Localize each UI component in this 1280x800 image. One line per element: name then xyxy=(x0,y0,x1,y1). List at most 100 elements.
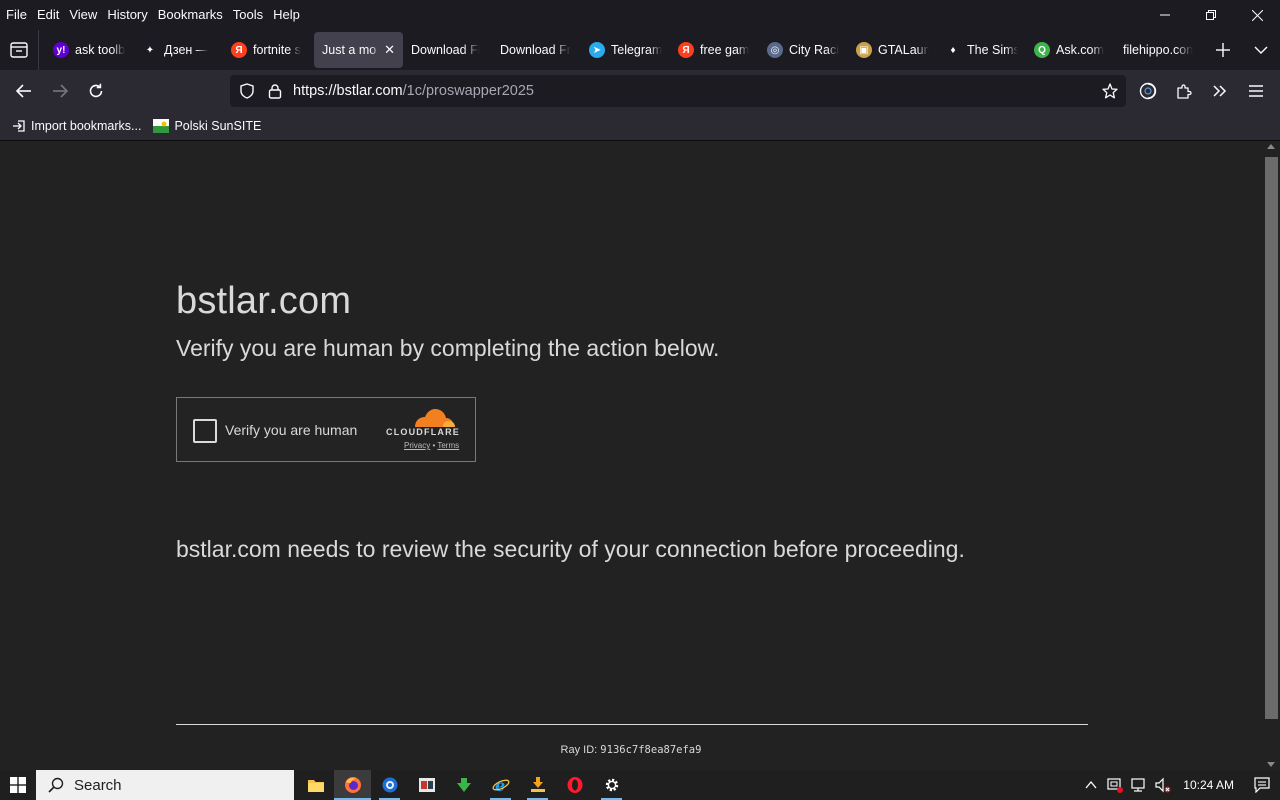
tab[interactable]: y! ask toolb xyxy=(45,32,134,68)
tab[interactable]: Яfree gam xyxy=(670,32,759,68)
taskbar-app-downloader[interactable] xyxy=(445,770,482,800)
taskbar-firefox[interactable] xyxy=(334,770,371,800)
lock-icon[interactable] xyxy=(267,83,283,99)
taskbar-internet-explorer[interactable]: e xyxy=(482,770,519,800)
bookmark-polski-sunsite[interactable]: Polski SunSITE xyxy=(147,119,267,133)
ray-label: Ray ID: xyxy=(560,744,598,756)
tab[interactable]: ♦ The Sims xyxy=(937,32,1026,68)
tab[interactable]: ◎ City Raci xyxy=(759,32,848,68)
reload-button[interactable] xyxy=(78,75,114,107)
tab-label: City Raci xyxy=(789,43,840,57)
restore-button[interactable] xyxy=(1188,0,1234,30)
tab-label: free gam xyxy=(700,43,750,57)
bookmark-label: Import bookmarks... xyxy=(31,119,142,133)
taskbar-file-explorer[interactable] xyxy=(297,770,334,800)
menu-bar: File Edit View History Bookmarks Tools H… xyxy=(0,0,1280,30)
taskbar-opera[interactable] xyxy=(556,770,593,800)
ask-icon: Q xyxy=(1034,42,1050,58)
menu-file[interactable]: File xyxy=(0,5,32,25)
tab-label: The Sims xyxy=(967,43,1018,57)
menu-help[interactable]: Help xyxy=(268,5,305,25)
navigation-toolbar: https://bstlar.com/1c/proswapper2025 xyxy=(0,70,1280,112)
yandex-icon: Я xyxy=(678,42,694,58)
start-button[interactable] xyxy=(0,770,36,800)
reload-icon xyxy=(89,83,103,98)
taskbar-browser[interactable] xyxy=(371,770,408,800)
window-controls xyxy=(1142,0,1280,30)
tray-network[interactable] xyxy=(1127,770,1151,800)
taskbar-settings[interactable] xyxy=(593,770,630,800)
media-app-icon xyxy=(418,778,435,792)
forward-button[interactable] xyxy=(42,75,78,107)
system-tray: 10:24 AM xyxy=(1079,770,1280,800)
terms-link[interactable]: Terms xyxy=(437,441,459,450)
menu-tools[interactable]: Tools xyxy=(228,5,268,25)
tab[interactable]: Яfortnite s xyxy=(223,32,312,68)
tracking-protection-icon[interactable] xyxy=(239,83,255,99)
page-title: bstlar.com xyxy=(176,280,352,322)
tray-volume[interactable] xyxy=(1151,770,1175,800)
list-all-tabs-button[interactable] xyxy=(1241,32,1280,68)
tray-security[interactable] xyxy=(1103,770,1127,800)
close-tab-icon[interactable]: ✕ xyxy=(384,42,395,58)
tab-label: Download Fi xyxy=(411,43,481,57)
tab[interactable]: Q Ask.com xyxy=(1026,32,1115,68)
windows-logo-icon xyxy=(10,777,26,793)
firefox-view-button[interactable] xyxy=(0,30,39,70)
close-window-button[interactable] xyxy=(1234,0,1280,30)
url-path: /1c/proswapper2025 xyxy=(402,83,535,99)
tab[interactable]: ▣ GTALaun xyxy=(848,32,937,68)
menu-edit[interactable]: Edit xyxy=(32,5,64,25)
yandex-icon: Я xyxy=(231,42,247,58)
close-icon xyxy=(1251,9,1263,21)
tab[interactable]: filehippo.con xyxy=(1115,32,1204,68)
import-icon xyxy=(13,120,25,132)
scroll-down-icon[interactable] xyxy=(1267,762,1275,767)
menu-history[interactable]: History xyxy=(102,5,152,25)
page-scrollbar[interactable] xyxy=(1262,141,1280,770)
menu-bookmarks[interactable]: Bookmarks xyxy=(153,5,228,25)
notification-center-button[interactable] xyxy=(1244,770,1280,800)
privacy-link[interactable]: Privacy xyxy=(404,441,430,450)
notification-icon xyxy=(1254,777,1270,793)
taskbar-search[interactable]: Search xyxy=(36,770,294,800)
url-bar[interactable]: https://bstlar.com/1c/proswapper2025 xyxy=(230,75,1126,107)
bookmark-star-icon[interactable] xyxy=(1102,83,1118,99)
tab-strip: y! ask toolb ✦ Дзен — Яfortnite s Just a mo ✕ D… xyxy=(0,30,1280,70)
url-host: https://bstlar.com xyxy=(293,83,403,99)
account-button[interactable] xyxy=(1130,75,1166,107)
new-tab-button[interactable] xyxy=(1204,32,1241,68)
url-text[interactable]: https://bstlar.com/1c/proswapper2025 xyxy=(293,83,534,99)
tab-label: Just a mo xyxy=(322,43,377,57)
menu-view[interactable]: View xyxy=(64,5,102,25)
overflow-button[interactable] xyxy=(1202,75,1238,107)
tab[interactable]: Download Fi xyxy=(403,32,492,68)
turnstile-widget: Verify you are human CLOUDFLARE Privacy … xyxy=(176,397,476,462)
minimize-button[interactable] xyxy=(1142,0,1188,30)
tab[interactable]: Download Fr xyxy=(492,32,581,68)
tray-expand-button[interactable] xyxy=(1079,770,1103,800)
taskbar-clock[interactable]: 10:24 AM xyxy=(1175,778,1244,792)
tab-label: ask toolb xyxy=(75,43,126,57)
extensions-button[interactable] xyxy=(1166,75,1202,107)
taskbar-app-media[interactable] xyxy=(408,770,445,800)
verify-checkbox[interactable] xyxy=(193,419,217,443)
tab[interactable]: ✦ Дзен — xyxy=(134,32,223,68)
link-separator: • xyxy=(432,441,436,450)
tab-active[interactable]: Just a mo ✕ xyxy=(314,32,403,68)
back-button[interactable] xyxy=(6,75,42,107)
scrollbar-thumb[interactable] xyxy=(1265,157,1278,719)
taskbar-download-manager[interactable] xyxy=(519,770,556,800)
bookmark-import[interactable]: Import bookmarks... xyxy=(0,119,147,133)
verify-checkbox-label[interactable]: Verify you are human xyxy=(225,422,357,438)
gear-icon xyxy=(605,778,618,792)
tab-label: Ask.com xyxy=(1056,43,1104,57)
app-menu-button[interactable] xyxy=(1238,75,1274,107)
tab[interactable]: ➤ Telegram xyxy=(581,32,670,68)
minimize-icon xyxy=(1160,14,1170,16)
scroll-up-icon[interactable] xyxy=(1267,144,1275,149)
firefox-icon xyxy=(344,777,361,793)
arrow-right-icon xyxy=(53,84,68,98)
firefox-view-icon xyxy=(10,42,28,58)
tab-label: Download Fr xyxy=(500,43,571,57)
